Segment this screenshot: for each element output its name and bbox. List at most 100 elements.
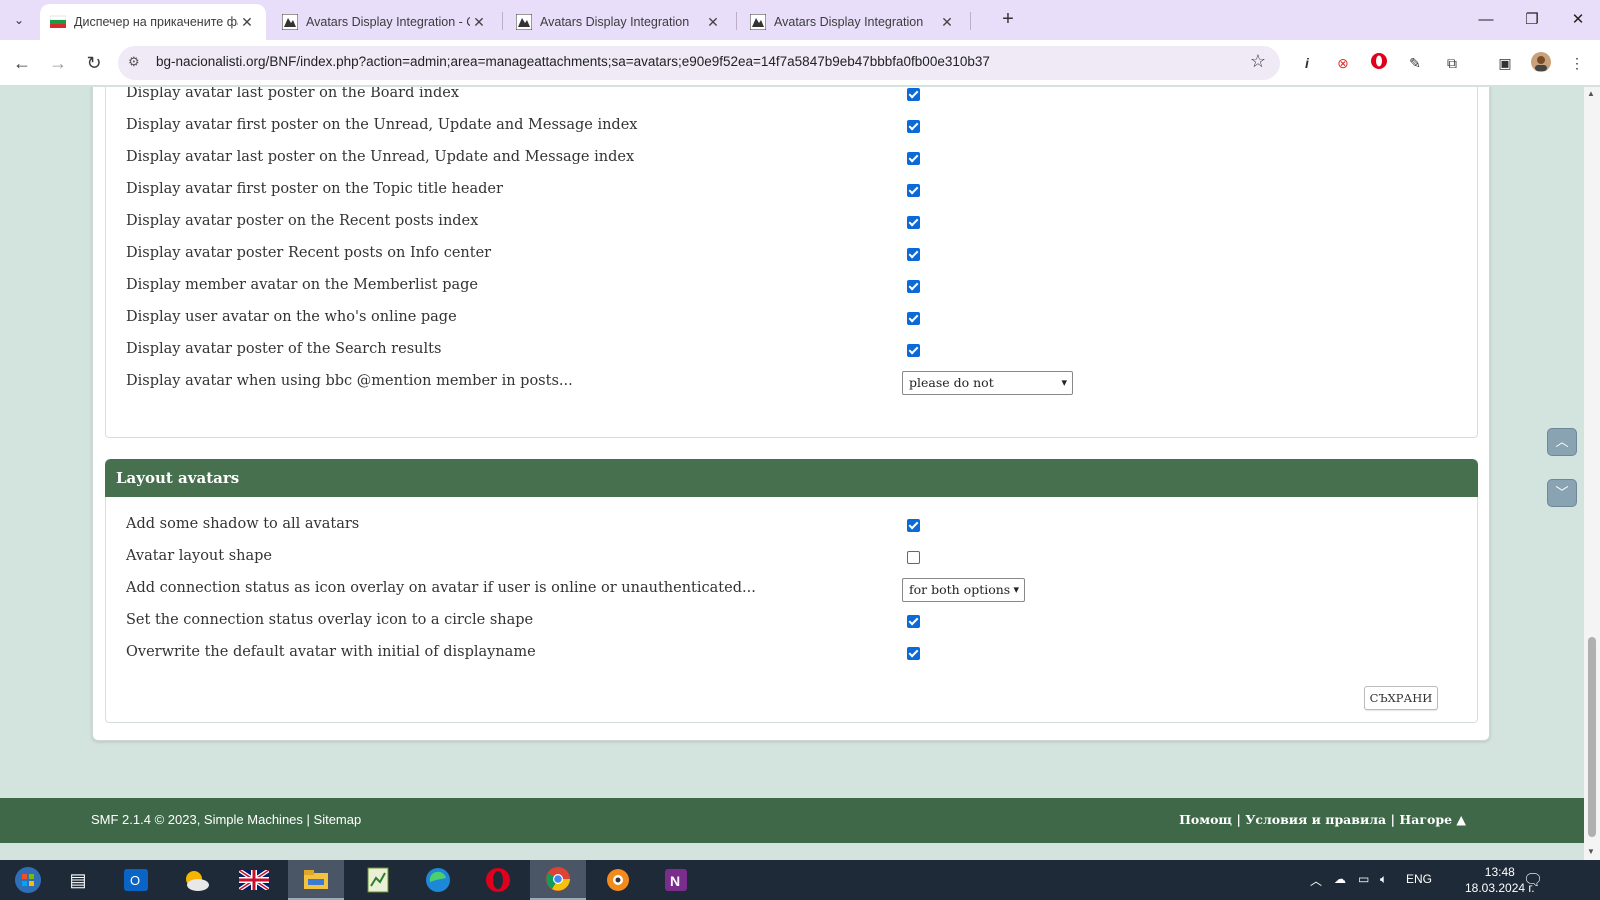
extensions-puzzle-icon[interactable]: ⧉ — [1441, 52, 1463, 74]
language-indicator[interactable]: ENG — [1406, 872, 1432, 886]
taskbar: ▤ O N ︿ ☁ ▭ 🔈︎ ENG 13:48 18.03.2024 г. 🗨… — [0, 860, 1600, 900]
tab-avatars-2[interactable]: Avatars Display Integration ✕ — [506, 4, 732, 40]
forward-icon[interactable]: → — [44, 49, 72, 77]
tab-avatars-3[interactable]: Avatars Display Integration ✕ — [740, 4, 966, 40]
setting-checkbox[interactable] — [907, 88, 920, 101]
onedrive-icon[interactable]: ☁ — [1334, 872, 1346, 886]
terms-link[interactable]: Условия и правила — [1245, 812, 1386, 827]
setting-checkbox[interactable] — [907, 248, 920, 261]
side-panel-icon[interactable]: ▣ — [1494, 52, 1516, 74]
setting-checkbox[interactable] — [907, 280, 920, 293]
footer-divider: | — [306, 812, 314, 827]
address-bar[interactable]: ⚙ bg-nacionalisti.org/BNF/index.php?acti… — [118, 46, 1280, 80]
bookmark-star-icon[interactable]: ☆ — [1250, 51, 1266, 72]
reload-icon[interactable]: ↻ — [80, 49, 108, 77]
chrome-icon[interactable] — [530, 860, 586, 900]
setting-row: Display avatar last poster on the Board … — [126, 87, 1446, 107]
setting-checkbox[interactable] — [907, 216, 920, 229]
edge-icon[interactable] — [410, 860, 466, 900]
save-button[interactable]: СЪХРАНИ — [1364, 686, 1438, 710]
setting-row: Overwrite the default avatar with initia… — [126, 642, 1446, 666]
network-icon[interactable]: ▭ — [1358, 872, 1369, 886]
copyright-text: SMF 2.1.4 © 2023, Simple Machines — [91, 812, 303, 827]
onenote-icon[interactable]: N — [648, 860, 704, 900]
setting-row-connection: Add connection status as icon overlay on… — [126, 578, 1446, 602]
setting-label: Avatar layout shape — [126, 548, 272, 564]
xnview-icon[interactable] — [590, 860, 646, 900]
opera-icon[interactable] — [470, 860, 526, 900]
setting-row: Add some shadow to all avatars — [126, 514, 1446, 538]
setting-row: Display avatar poster on the Recent post… — [126, 211, 1446, 235]
close-tab-icon[interactable]: ✕ — [238, 14, 256, 31]
setting-checkbox[interactable] — [907, 152, 920, 165]
setting-row: Display avatar poster Recent posts on In… — [126, 243, 1446, 267]
site-info-icon[interactable]: ⚙ — [128, 54, 140, 70]
close-tab-icon[interactable]: ✕ — [470, 14, 488, 31]
setting-label: Display member avatar on the Memberlist … — [126, 277, 478, 293]
setting-checkbox[interactable] — [907, 344, 920, 357]
uk-flag-icon[interactable] — [226, 860, 282, 900]
tab-avatars-1[interactable]: Avatars Display Integration - Ст ✕ — [272, 4, 498, 40]
minimize-icon[interactable]: — — [1466, 8, 1506, 32]
notepad-chart-icon[interactable] — [350, 860, 406, 900]
menu-kebab-icon[interactable]: ⋮ — [1566, 52, 1588, 74]
scroll-down-arrow-icon[interactable]: ▼ — [1587, 847, 1595, 856]
footer-divider: | — [1236, 812, 1246, 827]
chevron-down-icon: ▾ — [1061, 376, 1067, 389]
setting-checkbox[interactable] — [907, 551, 920, 564]
setting-checkbox[interactable] — [907, 312, 920, 325]
weather-icon[interactable] — [168, 860, 224, 900]
go-top-link[interactable]: Нагоре ▲ — [1399, 812, 1466, 827]
section-header: Layout avatars — [105, 459, 1478, 497]
outlook-icon[interactable]: O — [108, 860, 164, 900]
close-tab-icon[interactable]: ✕ — [938, 14, 956, 31]
setting-checkbox[interactable] — [907, 184, 920, 197]
setting-checkbox[interactable] — [907, 519, 920, 532]
notifications-icon[interactable]: 🗨︎ — [1523, 870, 1543, 890]
setting-label: Set the connection status overlay icon t… — [126, 612, 534, 628]
setting-label: Display avatar poster on the Recent post… — [126, 213, 479, 229]
sitemap-link[interactable]: Sitemap — [314, 812, 362, 827]
scrollbar-thumb[interactable] — [1588, 637, 1596, 837]
smf-favicon-icon — [515, 13, 533, 31]
task-view-icon[interactable]: ▤ — [50, 860, 106, 900]
scroll-to-bottom-button[interactable]: ﹀ — [1547, 479, 1577, 507]
setting-checkbox[interactable] — [907, 615, 920, 628]
restore-icon[interactable]: ❐ — [1512, 8, 1552, 32]
svg-text:O: O — [130, 873, 140, 888]
setting-row: Display member avatar on the Memberlist … — [126, 275, 1446, 299]
close-tab-icon[interactable]: ✕ — [704, 14, 722, 31]
tab-title: Диспечер на прикачените фа — [74, 15, 238, 29]
tab-title: Avatars Display Integration — [540, 15, 690, 29]
mention-avatar-select[interactable]: please do not ▾ — [902, 371, 1073, 395]
setting-label: Add connection status as icon overlay on… — [126, 580, 756, 596]
setting-label: Overwrite the default avatar with initia… — [126, 644, 536, 660]
setting-row-mention: Display avatar when using bbc @mention m… — [126, 371, 1446, 395]
profile-avatar[interactable] — [1530, 52, 1552, 74]
back-icon[interactable]: ← — [8, 49, 36, 77]
setting-checkbox[interactable] — [907, 120, 920, 133]
opera-extension-icon[interactable] — [1368, 52, 1390, 74]
scroll-to-top-button[interactable]: ︿ — [1547, 428, 1577, 456]
pen-extension-icon[interactable]: ✎ — [1404, 52, 1426, 74]
setting-checkbox[interactable] — [907, 647, 920, 660]
block-extension-icon[interactable]: ⊗ — [1332, 52, 1354, 74]
close-window-icon[interactable]: ✕ — [1558, 8, 1598, 32]
tab-search-icon[interactable]: ⌄ — [6, 8, 32, 32]
setting-label: Display user avatar on the who's online … — [126, 309, 457, 325]
page-scrollbar[interactable]: ▲ ▼ — [1584, 87, 1600, 860]
tab-attachments[interactable]: Диспечер на прикачените фа ✕ — [40, 4, 266, 40]
new-tab-button[interactable]: + — [996, 8, 1020, 32]
footer-left: SMF 2.1.4 © 2023, Simple Machines | Site… — [91, 812, 361, 827]
tab-title: Avatars Display Integration — [774, 15, 924, 29]
start-button[interactable] — [0, 860, 56, 900]
volume-icon[interactable]: 🔈︎ — [1380, 872, 1387, 887]
help-link[interactable]: Помощ — [1179, 812, 1232, 827]
scroll-up-arrow-icon[interactable]: ▲ — [1587, 89, 1595, 98]
tab-title: Avatars Display Integration - Ст — [306, 15, 470, 29]
file-explorer-icon[interactable] — [288, 860, 344, 900]
tray-overflow-icon[interactable]: ︿ — [1310, 872, 1322, 889]
setting-label: Display avatar last poster on the Unread… — [126, 149, 635, 165]
info-extension-icon[interactable]: i — [1296, 52, 1318, 74]
connection-status-select[interactable]: for both options ▾ — [902, 578, 1025, 602]
